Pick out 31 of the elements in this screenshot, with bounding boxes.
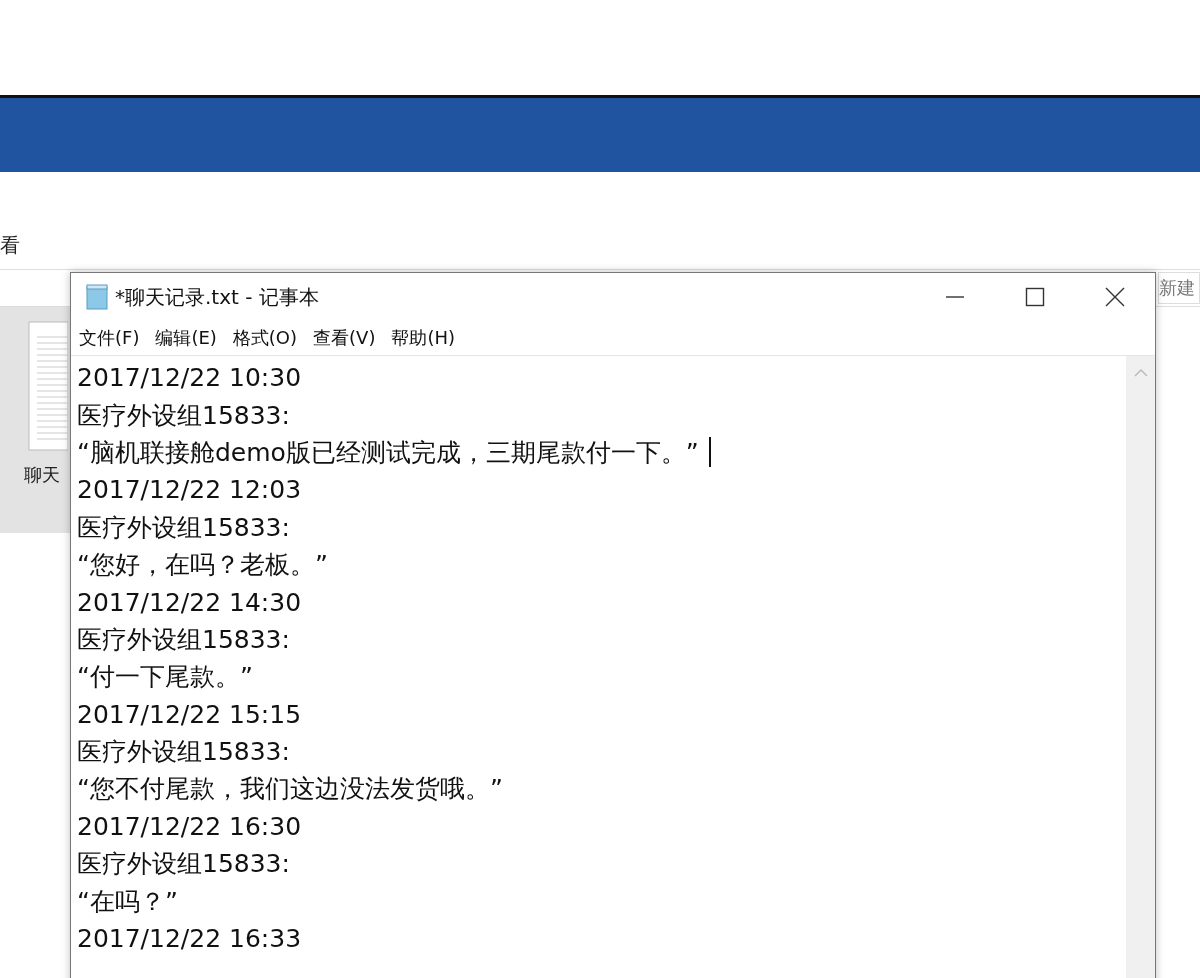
text-cursor bbox=[708, 437, 711, 468]
text-line: 2017/12/22 16:30 bbox=[77, 811, 302, 841]
menu-item[interactable]: 看 bbox=[0, 232, 20, 265]
text-line: 2017/12/22 15:15 bbox=[77, 699, 302, 729]
menu-item[interactable]: 格式(O) bbox=[232, 326, 298, 350]
file-item[interactable]: 聊天 bbox=[22, 307, 68, 487]
menu-item[interactable]: 文件(F) bbox=[79, 326, 140, 350]
notepad-icon bbox=[85, 284, 109, 310]
text-line: “付一下尾款。” bbox=[77, 661, 253, 694]
text-line: 医疗外设组15833: bbox=[77, 511, 290, 544]
text-line: 医疗外设组15833: bbox=[77, 848, 290, 881]
menu-item[interactable]: 编辑(E) bbox=[155, 326, 217, 350]
close-icon[interactable] bbox=[1105, 287, 1125, 307]
text-line: 2017/12/22 10:30 bbox=[77, 363, 302, 393]
text-line: “在吗？” bbox=[77, 885, 178, 918]
document-icon bbox=[28, 321, 68, 451]
scrollbar[interactable] bbox=[1126, 356, 1155, 978]
text-line: 医疗外设组15833: bbox=[77, 736, 290, 769]
menu-item[interactable]: 查看(V) bbox=[313, 326, 376, 350]
text-line: 医疗外设组15833: bbox=[77, 623, 290, 656]
text-line: “脑机联接舱demo版已经测试完成，三期尾款付一下。” bbox=[77, 436, 699, 469]
menu-item[interactable]: 帮助(H) bbox=[391, 326, 455, 350]
text-line: 2017/12/22 14:30 bbox=[77, 587, 302, 617]
window-title: *聊天记录.txt - 记事本 bbox=[115, 283, 319, 311]
text-line: 2017/12/22 16:33 bbox=[77, 924, 302, 954]
text-line: 2017/12/22 12:03 bbox=[77, 475, 302, 505]
maximize-icon[interactable] bbox=[1025, 287, 1045, 307]
text-line: 医疗外设组15833: bbox=[77, 399, 290, 432]
text-line: “您好，在吗？老板。” bbox=[77, 549, 328, 582]
text-line: “您不付尾款，我们这边没法发货哦。” bbox=[77, 773, 503, 806]
new-item-button[interactable]: 新建 bbox=[1158, 272, 1200, 304]
